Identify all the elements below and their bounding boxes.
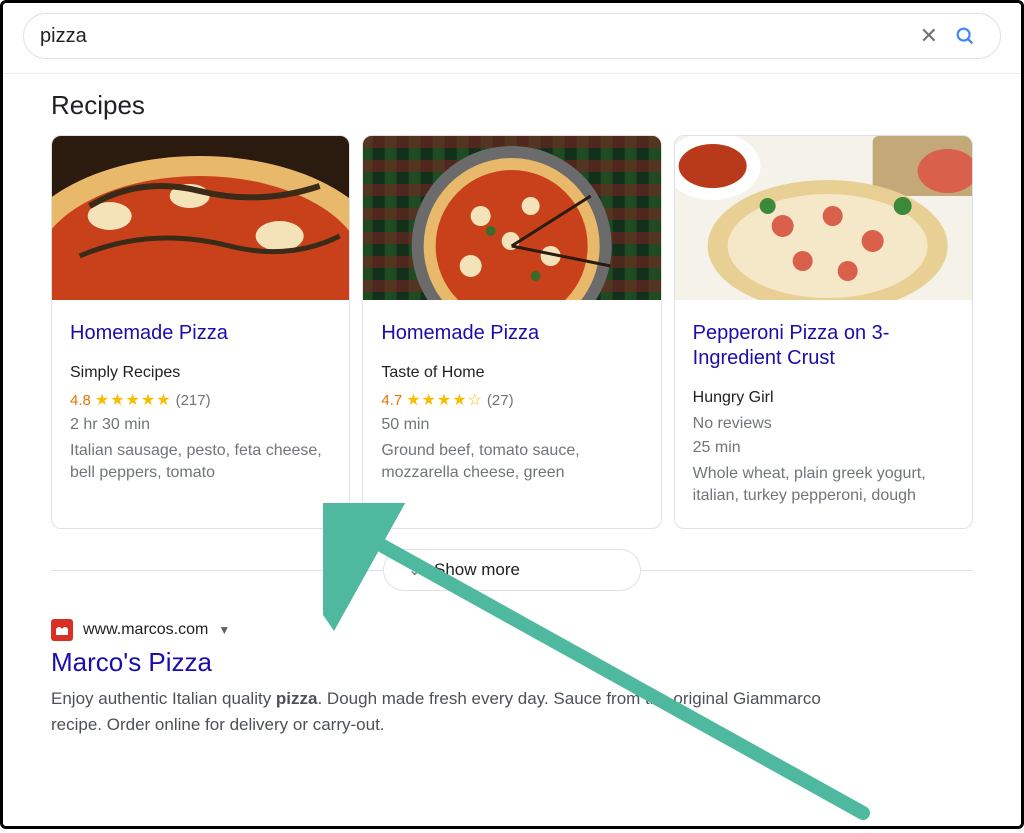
recipe-image — [675, 136, 972, 300]
search-button[interactable] — [946, 19, 984, 53]
result-url: www.marcos.com — [83, 621, 208, 639]
recipe-source: Taste of Home — [381, 364, 642, 382]
result-url-row[interactable]: www.marcos.com ▼ — [51, 619, 973, 641]
review-count: (27) — [487, 392, 514, 409]
recipe-no-reviews: No reviews — [693, 415, 954, 433]
recipe-time: 2 hr 30 min — [70, 416, 331, 434]
recipe-rating: 4.8 ★★★★★ (217) — [70, 390, 331, 410]
recipe-title[interactable]: Pepperoni Pizza on 3-Ingredient Crust — [693, 321, 954, 371]
recipe-ingredients: Ground beef, tomato sauce, mozzarella ch… — [381, 440, 642, 485]
recipe-ingredients: Whole wheat, plain greek yogurt, italian… — [693, 463, 954, 508]
show-more-button[interactable]: ⌄ Show more — [383, 549, 641, 591]
recipe-card-body: Pepperoni Pizza on 3-Ingredient Crust Hu… — [675, 305, 972, 528]
star-icons: ★★★★★ — [95, 390, 172, 410]
recipe-image — [52, 136, 349, 300]
rating-value: 4.7 — [381, 392, 402, 409]
close-icon: ✕ — [920, 23, 938, 49]
recipe-image — [363, 136, 660, 300]
review-count: (217) — [176, 392, 211, 409]
recipe-card[interactable]: Homemade Pizza Taste of Home 4.7 ★★★★☆ (… — [362, 135, 661, 529]
rating-value: 4.8 — [70, 392, 91, 409]
clear-search-button[interactable]: ✕ — [912, 17, 946, 55]
show-more-row: ⌄ Show more — [51, 549, 973, 591]
search-icon — [954, 25, 976, 47]
result-snippet: Enjoy authentic Italian quality pizza. D… — [51, 686, 871, 739]
recipe-source: Simply Recipes — [70, 364, 331, 382]
recipe-rating: 4.7 ★★★★☆ (27) — [381, 390, 642, 410]
recipe-time: 50 min — [381, 416, 642, 434]
organic-result: www.marcos.com ▼ Marco's Pizza Enjoy aut… — [51, 619, 973, 739]
result-title[interactable]: Marco's Pizza — [51, 647, 973, 678]
favicon-icon — [51, 619, 73, 641]
recipe-ingredients: Italian sausage, pesto, feta cheese, bel… — [70, 440, 331, 485]
recipe-title[interactable]: Homemade Pizza — [381, 321, 642, 346]
recipe-card-body: Homemade Pizza Taste of Home 4.7 ★★★★☆ (… — [363, 305, 660, 505]
recipe-card[interactable]: Pepperoni Pizza on 3-Ingredient Crust Hu… — [674, 135, 973, 529]
search-bar-container: ✕ — [3, 3, 1021, 74]
recipes-heading: Recipes — [51, 90, 973, 121]
recipe-source: Hungry Girl — [693, 389, 954, 407]
star-icons: ★★★★☆ — [406, 390, 483, 410]
recipe-card-body: Homemade Pizza Simply Recipes 4.8 ★★★★★ … — [52, 305, 349, 505]
dropdown-caret-icon[interactable]: ▼ — [218, 623, 230, 637]
recipe-time: 25 min — [693, 439, 954, 457]
chevron-down-icon: ⌄ — [408, 560, 421, 580]
recipe-cards-row: Homemade Pizza Simply Recipes 4.8 ★★★★★ … — [51, 135, 973, 529]
recipe-card[interactable]: Homemade Pizza Simply Recipes 4.8 ★★★★★ … — [51, 135, 350, 529]
recipe-title[interactable]: Homemade Pizza — [70, 321, 331, 346]
search-input[interactable] — [40, 25, 912, 48]
search-bar[interactable]: ✕ — [23, 13, 1001, 59]
results-content: Recipes Homemade Pizza Simply Recipes 4.… — [3, 74, 1021, 738]
show-more-label: Show more — [434, 560, 520, 580]
